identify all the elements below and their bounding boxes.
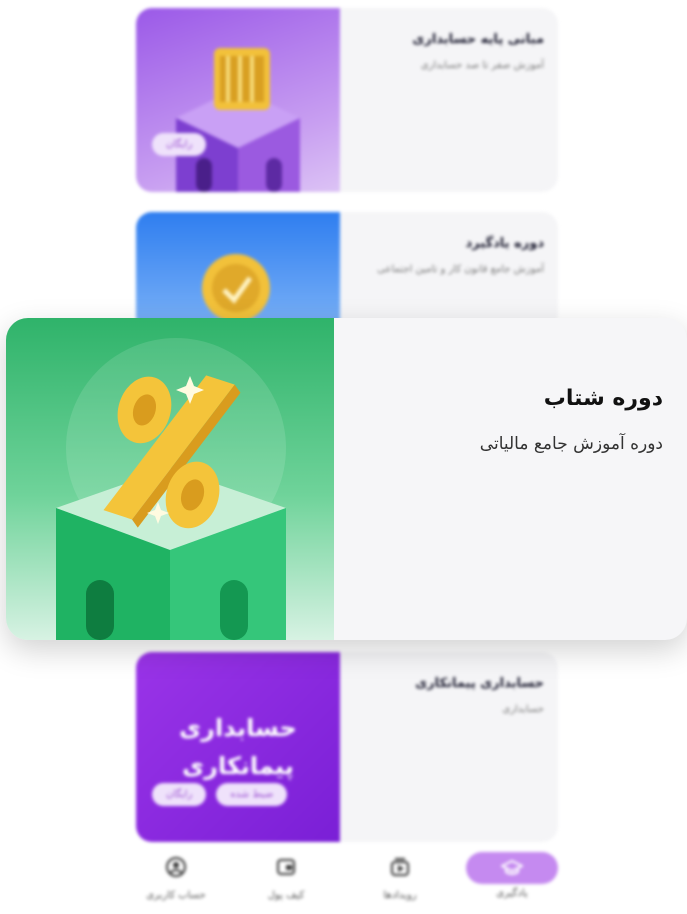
nav-item-learning[interactable]: یادگیری	[462, 852, 562, 899]
course-thumbnail	[6, 318, 334, 640]
course-title: دوره شتاب	[543, 386, 663, 411]
nav-item-account[interactable]: حساب کاربری	[126, 852, 226, 901]
nav-label: یادگیری	[496, 888, 528, 899]
nav-active-indicator	[466, 852, 558, 884]
nav-label: کیف پول	[267, 890, 305, 901]
wallet-icon	[277, 859, 295, 875]
shield-check-icon	[202, 254, 270, 322]
video-icon	[391, 858, 409, 876]
nav-item-events[interactable]: رویدادها	[350, 852, 450, 901]
course-card-contracting[interactable]: حسابداری پیمانکاری حسابداری پیمانکاری حس…	[136, 652, 558, 842]
bottom-navigation: حساب کاربری کیف پول رویدادها یادگیری	[0, 846, 687, 914]
recorded-badge: ضبط شده	[216, 783, 288, 806]
course-thumbnail: حسابداری پیمانکاری	[136, 652, 340, 842]
nav-item-wallet[interactable]: کیف پول	[236, 852, 336, 901]
course-title: دوره یادگیرد	[465, 236, 545, 251]
course-subtitle: آموزش صفر تا صد حسابداری	[420, 60, 544, 71]
user-circle-icon	[166, 857, 186, 877]
graduation-cap-icon	[501, 859, 523, 875]
percent-illustration-icon	[56, 338, 286, 640]
course-thumbnail	[136, 8, 340, 192]
free-badge: رایگان	[152, 783, 207, 806]
free-badge: رایگان	[152, 133, 207, 156]
course-card-labor[interactable]: دوره یادگیرد آموزش جامع قانون کار و تامی…	[136, 212, 558, 332]
nav-label: حساب کاربری	[146, 890, 206, 901]
course-card-shetab[interactable]: دوره شتاب دوره آموزش جامع مالیاتی	[6, 318, 687, 640]
abacus-illustration-icon	[176, 48, 300, 192]
course-title: مبانی پایه حسابداری	[412, 32, 544, 47]
nav-label: رویدادها	[383, 890, 417, 901]
course-card-basics[interactable]: مبانی پایه حسابداری آموزش صفر تا صد حساب…	[136, 8, 558, 192]
course-thumbnail	[136, 212, 340, 332]
course-subtitle: حسابداری	[502, 704, 544, 715]
course-subtitle: دوره آموزش جامع مالیاتی	[479, 434, 663, 454]
course-subtitle: آموزش جامع قانون کار و تامین اجتماعی	[377, 264, 544, 275]
thumbnail-text-line2: پیمانکاری	[182, 752, 294, 780]
course-title: حسابداری پیمانکاری	[415, 676, 544, 691]
thumbnail-text-line1: حسابداری	[179, 714, 297, 742]
